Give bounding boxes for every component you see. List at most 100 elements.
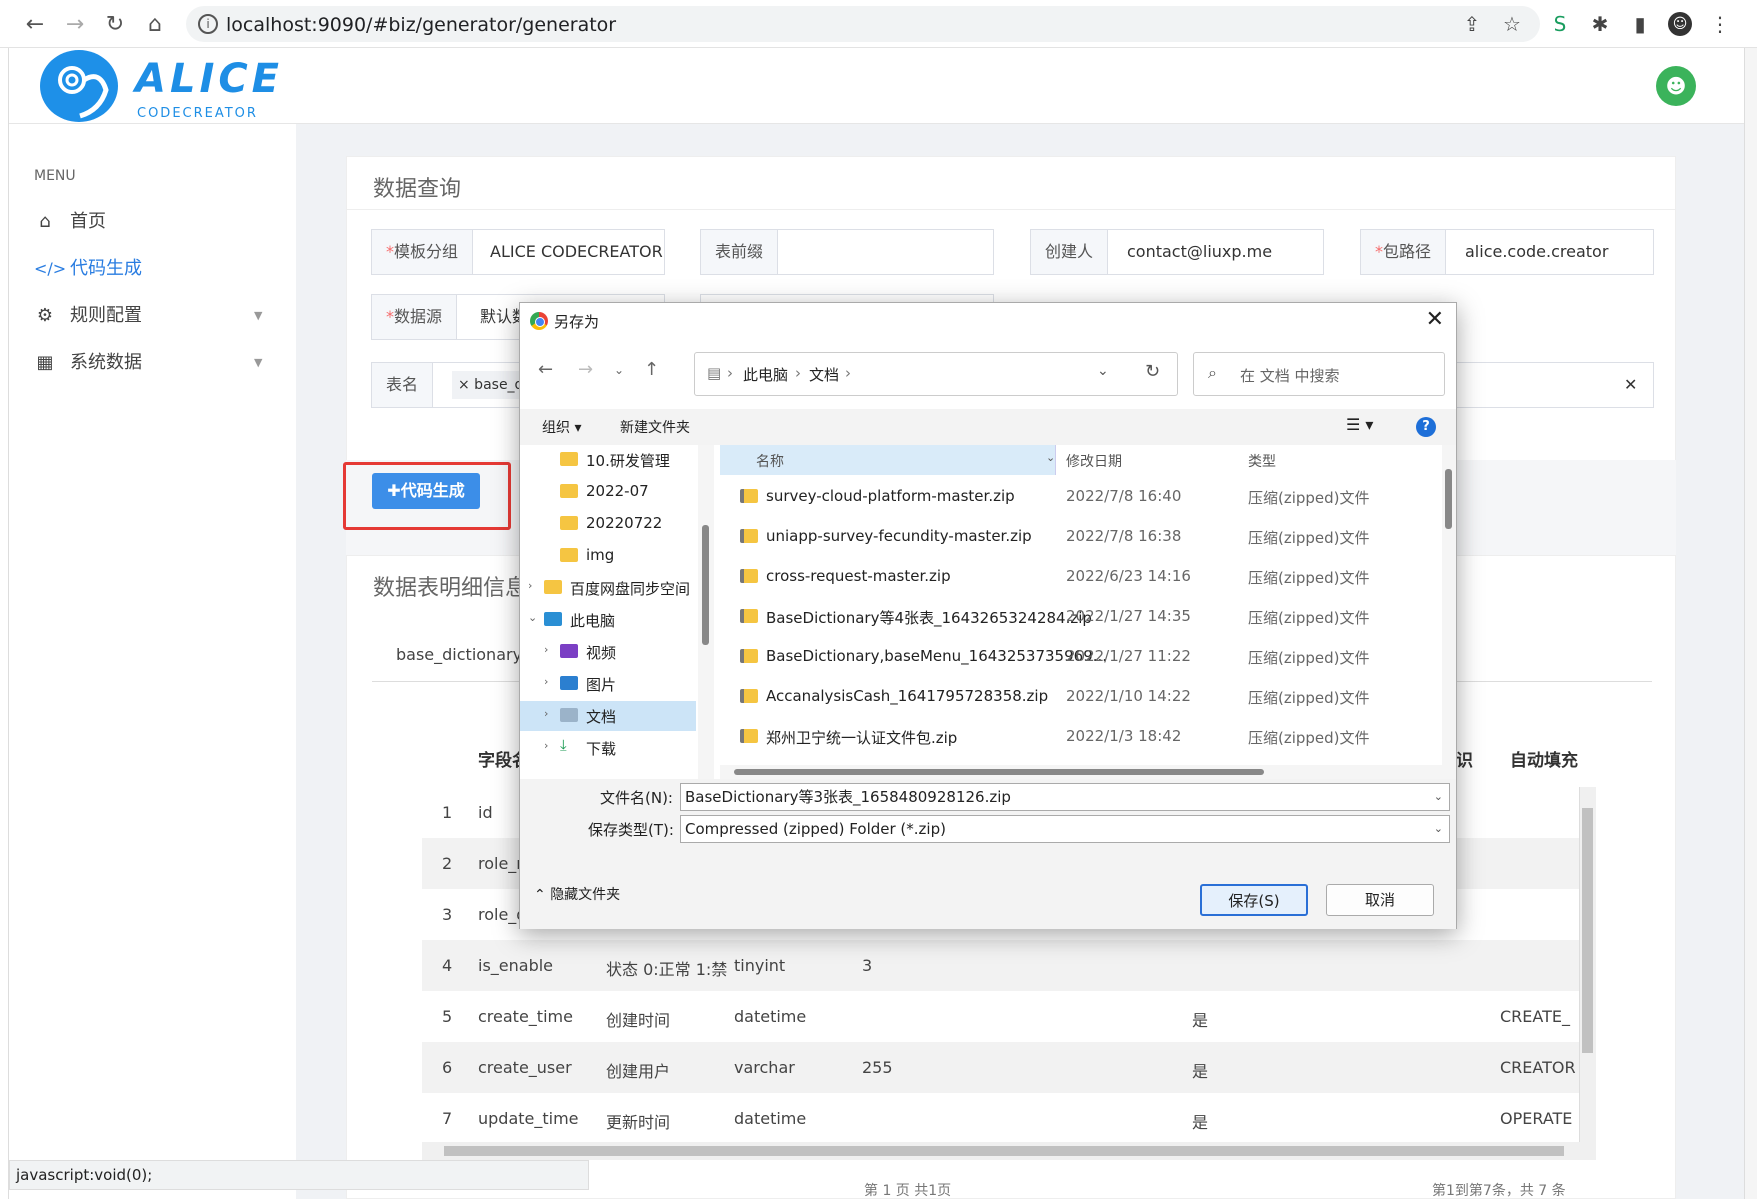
brand-subtitle: CODECREATOR <box>137 106 258 121</box>
chevron-right-icon[interactable]: › <box>544 707 548 720</box>
tree-item[interactable]: img <box>520 541 696 571</box>
back-icon[interactable]: ← <box>538 359 553 380</box>
chevron-right-icon[interactable]: › <box>528 579 532 592</box>
table-row[interactable]: 4 is_enable 状态 0:正常 1:禁 tinyint 3 <box>422 940 1595 991</box>
table-prefix-field[interactable]: 表前缀 <box>700 229 994 275</box>
address-bar[interactable]: i localhost:9090/#biz/generator/generato… <box>186 6 1540 42</box>
file-date: 2022/7/8 16:40 <box>1066 487 1182 505</box>
chevron-right-icon[interactable]: › <box>544 675 548 688</box>
code-icon: </> <box>34 259 67 278</box>
filename-input[interactable]: BaseDictionary等3张表_1658480928126.zip ⌄ <box>680 783 1450 811</box>
new-folder-button[interactable]: 新建文件夹 <box>620 417 690 437</box>
filetype-select[interactable]: Compressed (zipped) Folder (*.zip) ⌄ <box>680 815 1450 843</box>
folder-icon <box>560 452 578 466</box>
column-name[interactable]: 名称 <box>756 451 784 471</box>
page-scrollbar[interactable] <box>1744 48 1757 1199</box>
column-date[interactable]: 修改日期 <box>1066 451 1122 471</box>
recent-dropdown-icon[interactable]: ⌄ <box>614 363 624 377</box>
file-list-hscroll-thumb[interactable] <box>734 769 1264 775</box>
file-row[interactable]: uniapp-survey-fecundity-master.zip 2022/7… <box>720 517 1442 557</box>
table-row[interactable]: 7 update_time 更新时间 datetime 是 OPERATE <box>422 1093 1595 1142</box>
table-hscroll-thumb[interactable] <box>444 1146 1564 1156</box>
home-browser-icon[interactable]: ⌂ <box>140 10 170 40</box>
tree-scroll-thumb[interactable] <box>702 525 709 645</box>
hide-folders-toggle[interactable]: ⌃ 隐藏文件夹 <box>534 884 620 904</box>
chevron-down-icon[interactable]: ⌄ <box>1434 816 1443 842</box>
sidebar-item-codegen[interactable]: </> 代码生成 <box>34 254 142 284</box>
user-avatar[interactable]: ☻ <box>1656 66 1696 106</box>
tree-item[interactable]: 20220722 <box>520 509 696 539</box>
file-row[interactable]: cross-request-master.zip 2022/6/23 14:16 压… <box>720 557 1442 597</box>
profile-avatar-icon[interactable]: ☺ <box>1668 12 1692 36</box>
tree-item[interactable]: › 百度网盘同步空间 <box>520 573 696 603</box>
tree-item[interactable]: › ⤓ 下载 <box>520 733 696 763</box>
browser-menu-icon[interactable]: ⋮ <box>1708 12 1732 36</box>
search-box[interactable]: ⌕ 在 文档 中搜索 <box>1193 352 1445 396</box>
tree-item[interactable]: 2022-07 <box>520 477 696 507</box>
tree-item[interactable]: ⌄ 此电脑 <box>520 605 696 635</box>
folder-icon <box>560 708 578 722</box>
forward-icon[interactable]: → <box>578 359 593 380</box>
left-window-edge <box>0 48 9 1199</box>
table-row[interactable]: 5 create_time 创建时间 datetime 是 CREATE_ <box>422 991 1595 1042</box>
tree-item[interactable]: › 视频 <box>520 637 696 667</box>
zip-folder-icon <box>740 729 758 743</box>
field-value: ALICE CODECREATOR <box>490 242 663 261</box>
close-icon[interactable]: ✕ <box>1426 307 1444 332</box>
view-options-icon[interactable]: ☰ ▾ <box>1346 415 1373 434</box>
crumb-documents[interactable]: 文档 <box>809 364 839 385</box>
column-header-identifier: 识 <box>1456 751 1473 771</box>
file-row[interactable]: survey-cloud-platform-master.zip 2022/7/8… <box>720 477 1442 517</box>
tree-item[interactable]: › 图片 <box>520 669 696 699</box>
side-panel-icon[interactable]: ▮ <box>1628 12 1652 36</box>
file-row[interactable]: 郑州卫宁统一认证文件包.zip 2022/1/3 18:42 压缩(zipped)文… <box>720 717 1442 757</box>
crumb-sep: › <box>795 364 801 382</box>
bookmark-star-icon[interactable]: ☆ <box>1500 12 1524 36</box>
cell-fill: CREATE_ <box>1500 1007 1570 1026</box>
gear-icon: ⚙ <box>36 305 54 326</box>
chevron-right-icon[interactable]: › <box>544 739 548 752</box>
back-icon[interactable]: ← <box>20 10 50 40</box>
file-row[interactable]: BaseDictionary,baseMenu_1643253735969...… <box>720 637 1442 677</box>
organize-button[interactable]: 组织 ▾ <box>542 417 581 437</box>
sort-icon[interactable]: ⌄ <box>1046 451 1055 464</box>
up-icon[interactable]: ↑ <box>644 359 659 380</box>
tree-item[interactable]: 10.研发管理 <box>520 445 696 475</box>
refresh-icon[interactable]: ↻ <box>1145 361 1160 382</box>
file-row[interactable]: AccanalysisCash_1641795728358.zip 2022/1/… <box>720 677 1442 717</box>
cell-n: 6 <box>442 1058 453 1077</box>
table-tag[interactable]: × base_d <box>452 371 530 399</box>
tab-base-dictionary[interactable]: base_dictionary <box>396 645 522 664</box>
sidebar-item-home[interactable]: ⌂ 首页 <box>34 207 106 237</box>
table-vscroll-thumb[interactable] <box>1582 808 1593 1053</box>
filetype-label: 保存类型(T): <box>588 821 674 839</box>
file-list-scroll-thumb[interactable] <box>1445 469 1452 529</box>
template-group-field[interactable]: *模板分组 ALICE CODECREATOR <box>371 229 665 275</box>
save-button[interactable]: 保存(S) <box>1200 884 1308 916</box>
package-path-field[interactable]: *包路径 alice.code.creator <box>1360 229 1654 275</box>
sidebar-item-rules[interactable]: ⚙ 规则配置 ▼ <box>34 301 274 331</box>
chevron-right-icon[interactable]: › <box>544 643 548 656</box>
clear-icon[interactable]: ✕ <box>1624 363 1637 407</box>
crumb-this-pc[interactable]: 此电脑 <box>743 364 788 385</box>
creator-field[interactable]: 创建人 contact@liuxp.me <box>1030 229 1324 275</box>
tree-item[interactable]: › 文档 <box>520 701 696 731</box>
cell-k: 是 <box>1192 1062 1209 1081</box>
reload-icon[interactable]: ↻ <box>100 10 130 40</box>
chevron-down-icon[interactable]: ⌄ <box>1434 784 1443 810</box>
chevron-down-icon[interactable]: ⌄ <box>1097 363 1109 379</box>
cell-name: is_enable <box>478 956 554 975</box>
forward-icon[interactable]: → <box>60 10 90 40</box>
path-bar[interactable]: ▤ › 此电脑 › 文档 › ⌄ ↻ <box>694 352 1178 396</box>
chevron-down-icon[interactable]: ⌄ <box>528 611 537 624</box>
cancel-button[interactable]: 取消 <box>1326 884 1434 916</box>
share-icon[interactable]: ⇪ <box>1460 12 1484 36</box>
column-type[interactable]: 类型 <box>1248 451 1276 471</box>
file-row[interactable]: BaseDictionary等4张表_1643265324284.zip 2022… <box>720 597 1442 637</box>
site-info-icon[interactable]: i <box>198 14 218 34</box>
help-icon[interactable]: ? <box>1416 417 1436 437</box>
extension-s-icon[interactable]: S <box>1548 12 1572 36</box>
table-row[interactable]: 6 create_user 创建用户 varchar 255 是 CREATOR <box>422 1042 1595 1093</box>
sidebar-item-sysdata[interactable]: ▦ 系统数据 ▼ <box>34 348 274 378</box>
extensions-puzzle-icon[interactable]: ✱ <box>1588 12 1612 36</box>
